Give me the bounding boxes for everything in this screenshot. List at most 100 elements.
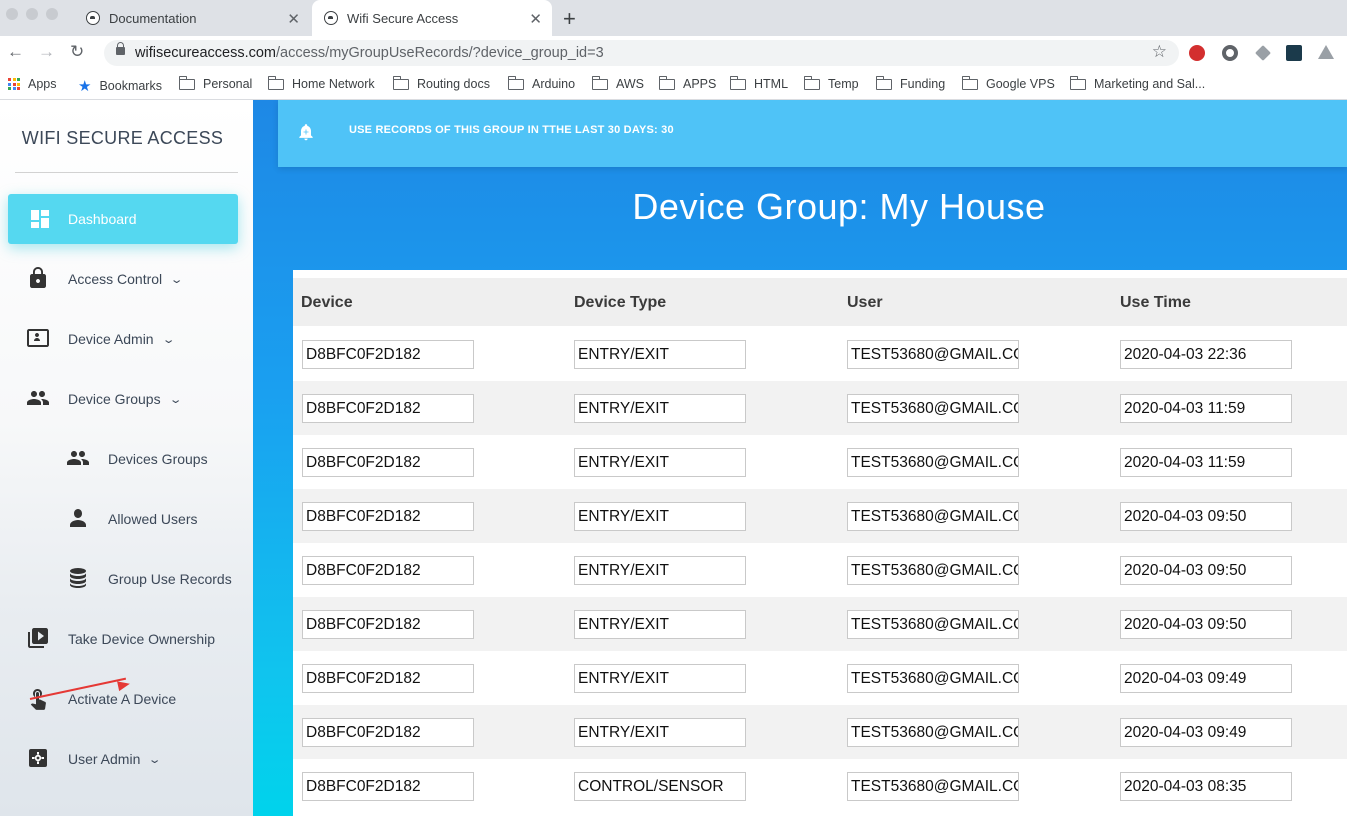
use-time-field[interactable]: 2020-04-03 09:49 xyxy=(1120,664,1292,693)
bookmarks-bar: Apps ★ Bookmarks Personal Home Network R… xyxy=(0,70,1347,100)
device-type-field[interactable]: ENTRY/EXIT xyxy=(574,610,746,639)
user-field[interactable]: TEST53680@GMAIL.COM xyxy=(847,394,1019,423)
new-tab-icon[interactable]: + xyxy=(563,6,576,32)
user-field[interactable]: TEST53680@GMAIL.COM xyxy=(847,718,1019,747)
use-time-field[interactable]: 2020-04-03 09:50 xyxy=(1120,610,1292,639)
notification-alert: USE RECORDS OF THIS GROUP IN TTHE LAST 3… xyxy=(278,100,1347,167)
bookmark-funding[interactable]: Funding xyxy=(875,75,945,91)
sidebar-item-user-admin[interactable]: User Admin ⌄ xyxy=(26,746,162,772)
person-icon xyxy=(70,509,86,527)
device-field[interactable]: D8BFC0F2D182 xyxy=(302,448,474,477)
use-time-field[interactable]: 2020-04-03 22:36 xyxy=(1120,340,1292,369)
device-type-field[interactable]: ENTRY/EXIT xyxy=(574,448,746,477)
device-field[interactable]: D8BFC0F2D182 xyxy=(302,718,474,747)
user-field[interactable]: TEST53680@GMAIL.COM xyxy=(847,502,1019,531)
sidebar-item-dashboard[interactable]: Dashboard xyxy=(8,194,238,244)
table-row: D8BFC0F2D182 ENTRY/EXIT TEST53680@GMAIL.… xyxy=(293,435,1347,489)
window-minimize-control[interactable] xyxy=(26,8,38,20)
user-field[interactable]: TEST53680@GMAIL.COM xyxy=(847,340,1019,369)
divider xyxy=(15,172,238,173)
sidebar-item-device-admin[interactable]: Device Admin ⌄ xyxy=(26,326,175,352)
address-bar[interactable]: wifisecureaccess.com/access/myGroupUseRe… xyxy=(104,40,1179,66)
device-type-field[interactable]: ENTRY/EXIT xyxy=(574,664,746,693)
sidebar-item-take-device-ownership[interactable]: Take Device Ownership xyxy=(26,626,215,652)
bookmark-aws[interactable]: AWS xyxy=(591,75,644,91)
google-drive-icon[interactable] xyxy=(1318,45,1334,59)
database-icon xyxy=(70,568,86,588)
user-field[interactable]: TEST53680@GMAIL.COM xyxy=(847,772,1019,801)
device-type-field[interactable]: ENTRY/EXIT xyxy=(574,340,746,369)
table-row: D8BFC0F2D182 ENTRY/EXIT TEST53680@GMAIL.… xyxy=(293,651,1347,705)
user-field[interactable]: TEST53680@GMAIL.COM xyxy=(847,448,1019,477)
device-type-field[interactable]: ENTRY/EXIT xyxy=(574,394,746,423)
user-field[interactable]: TEST53680@GMAIL.COM xyxy=(847,610,1019,639)
back-arrow-icon[interactable]: ← xyxy=(7,42,24,62)
user-field[interactable]: TEST53680@GMAIL.COM xyxy=(847,664,1019,693)
device-type-field[interactable]: ENTRY/EXIT xyxy=(574,502,746,531)
browser-tab-documentation[interactable]: Documentation ✕ xyxy=(74,0,310,36)
folder-icon xyxy=(961,75,978,90)
adblock-plus-icon[interactable] xyxy=(1189,45,1205,61)
use-time-field[interactable]: 2020-04-03 11:59 xyxy=(1120,394,1292,423)
device-field[interactable]: D8BFC0F2D182 xyxy=(302,610,474,639)
dropbox-icon[interactable] xyxy=(1255,45,1271,61)
bookmark-temp[interactable]: Temp xyxy=(803,75,859,91)
device-field[interactable]: D8BFC0F2D182 xyxy=(302,502,474,531)
extension-square-icon[interactable] xyxy=(1286,45,1302,61)
browser-tab-bar: Documentation ✕ Wifi Secure Access ✕ + xyxy=(0,0,1347,36)
use-time-field[interactable]: 2020-04-03 09:50 xyxy=(1120,556,1292,585)
use-time-field[interactable]: 2020-04-03 09:49 xyxy=(1120,718,1292,747)
reload-icon[interactable]: ↻ xyxy=(70,42,84,62)
device-type-field[interactable]: ENTRY/EXIT xyxy=(574,556,746,585)
bookmark-marketing[interactable]: Marketing and Sal... xyxy=(1069,75,1205,91)
window-close-control[interactable] xyxy=(6,8,18,20)
user-field[interactable]: TEST53680@GMAIL.COM xyxy=(847,556,1019,585)
chevron-down-icon: ⌄ xyxy=(169,273,184,286)
folder-icon xyxy=(1069,75,1086,90)
device-field[interactable]: D8BFC0F2D182 xyxy=(302,340,474,369)
sidebar: WIFI SECURE ACCESS Dashboard Access Cont… xyxy=(0,100,253,816)
use-time-field[interactable]: 2020-04-03 08:35 xyxy=(1120,772,1292,801)
sidebar-item-label: Take Device Ownership xyxy=(68,631,216,647)
main-content: USE RECORDS OF THIS GROUP IN TTHE LAST 3… xyxy=(253,100,1347,816)
bookmark-star-icon[interactable]: ☆ xyxy=(1152,42,1167,62)
folder-icon xyxy=(658,75,675,90)
bookmark-home-network[interactable]: Home Network xyxy=(267,75,375,91)
column-header-use-time: Use Time xyxy=(1120,294,1191,311)
bookmark-google-vps[interactable]: Google VPS xyxy=(961,75,1055,91)
device-field[interactable]: D8BFC0F2D182 xyxy=(302,664,474,693)
device-field[interactable]: D8BFC0F2D182 xyxy=(302,556,474,585)
bookmark-arduino[interactable]: Arduino xyxy=(507,75,575,91)
sidebar-item-access-control[interactable]: Access Control ⌄ xyxy=(26,266,184,292)
table-row: D8BFC0F2D182 ENTRY/EXIT TEST53680@GMAIL.… xyxy=(293,381,1347,435)
browser-tab-wifi-secure-access[interactable]: Wifi Secure Access ✕ xyxy=(312,0,552,36)
folder-icon xyxy=(591,75,608,90)
sidebar-subitem-allowed-users[interactable]: Allowed Users xyxy=(66,506,197,532)
use-time-field[interactable]: 2020-04-03 11:59 xyxy=(1120,448,1292,477)
brand-title[interactable]: WIFI SECURE ACCESS xyxy=(0,128,245,149)
device-type-field[interactable]: ENTRY/EXIT xyxy=(574,718,746,747)
bookmark-personal[interactable]: Personal xyxy=(178,75,252,91)
bookmark-apps-folder[interactable]: APPS xyxy=(658,75,716,91)
device-field[interactable]: D8BFC0F2D182 xyxy=(302,394,474,423)
sidebar-item-device-groups[interactable]: Device Groups ⌄ xyxy=(26,386,183,412)
extension-circle-icon[interactable] xyxy=(1222,45,1238,61)
forward-arrow-icon[interactable]: → xyxy=(38,42,55,62)
table-row: D8BFC0F2D182 ENTRY/EXIT TEST53680@GMAIL.… xyxy=(293,597,1347,651)
bookmark-routing-docs[interactable]: Routing docs xyxy=(392,75,490,91)
sidebar-subitem-devices-groups[interactable]: Devices Groups xyxy=(66,446,208,472)
sidebar-subitem-group-use-records[interactable]: Group Use Records xyxy=(66,566,232,592)
tab-close-icon[interactable]: ✕ xyxy=(287,10,300,28)
device-field[interactable]: D8BFC0F2D182 xyxy=(302,772,474,801)
sidebar-item-activate-a-device[interactable]: Activate A Device xyxy=(26,686,176,712)
window-zoom-control[interactable] xyxy=(46,8,58,20)
tab-close-icon[interactable]: ✕ xyxy=(529,10,542,28)
bookmark-bookmarks[interactable]: ★ Bookmarks xyxy=(78,77,162,95)
settings-icon xyxy=(29,749,47,767)
bookmark-html[interactable]: HTML xyxy=(729,75,788,91)
device-type-field[interactable]: CONTROL/SENSOR xyxy=(574,772,746,801)
bookmark-apps[interactable]: Apps xyxy=(8,77,57,91)
camera-video-icon xyxy=(28,628,48,648)
use-time-field[interactable]: 2020-04-03 09:50 xyxy=(1120,502,1292,531)
chevron-down-icon: ⌄ xyxy=(168,393,183,406)
